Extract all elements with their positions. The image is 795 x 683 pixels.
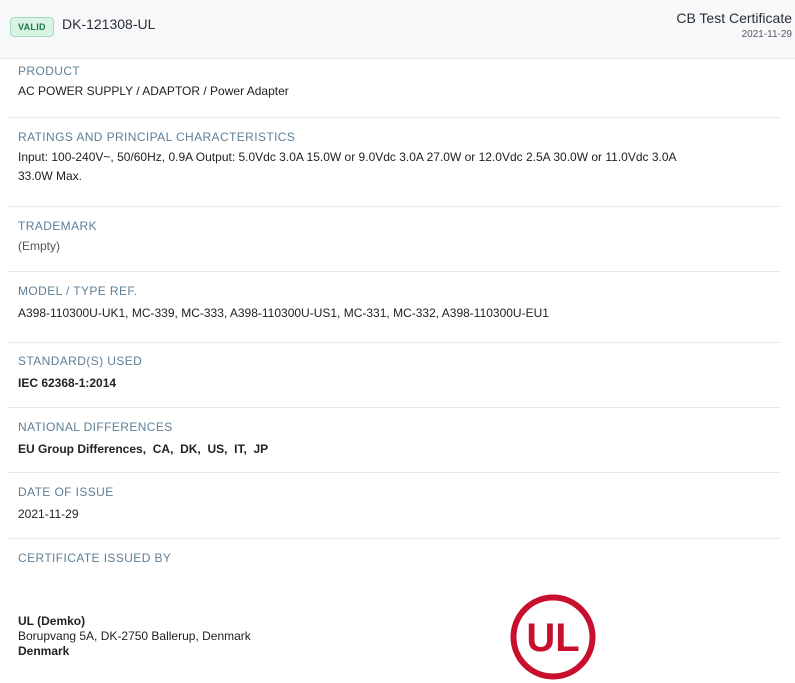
nd-item: JP: [243, 442, 268, 456]
product-value: AC POWER SUPPLY / ADAPTOR / Power Adapte…: [18, 84, 289, 98]
ratings-line-2: 33.0W Max.: [18, 169, 83, 183]
nd-item: DK: [170, 442, 197, 456]
status-badge: VALID: [10, 17, 54, 37]
ratings-value: Input: 100-240V~, 50/60Hz, 0.9A Output: …: [18, 148, 780, 186]
nd-item: EU Group Differences: [18, 442, 143, 456]
issuer-block: UL (Demko) Borupvang 5A, DK-2750 Balleru…: [18, 614, 251, 659]
section-label: TRADEMARK: [18, 219, 97, 233]
date-of-issue-value: 2021-11-29: [18, 507, 79, 521]
section-ratings: RATINGS AND PRINCIPAL CHARACTERISTICS In…: [8, 129, 780, 207]
ul-logo-text: UL: [526, 616, 579, 660]
certificate-header: VALID DK-121308-UL CB Test Certificate 2…: [0, 0, 795, 59]
section-national-differences: NATIONAL DIFFERENCES EU Group Difference…: [8, 419, 780, 473]
section-label: RATINGS AND PRINCIPAL CHARACTERISTICS: [18, 130, 296, 144]
section-standards: STANDARD(S) USED IEC 62368-1:2014: [8, 353, 780, 408]
header-meta: CB Test Certificate 2021-11-29: [676, 9, 792, 40]
issuer-name: UL (Demko): [18, 614, 86, 628]
section-product: PRODUCT AC POWER SUPPLY / ADAPTOR / Powe…: [8, 63, 780, 118]
certificate-type: CB Test Certificate: [676, 10, 792, 26]
nd-item: US: [197, 442, 224, 456]
section-label: MODEL / TYPE REF.: [18, 284, 138, 298]
nd-item: IT: [224, 442, 243, 456]
model-value: A398-110300U-UK1, MC-339, MC-333, A398-1…: [18, 306, 549, 320]
section-date-of-issue: DATE OF ISSUE 2021-11-29: [8, 484, 780, 539]
section-label: CERTIFICATE ISSUED BY: [18, 551, 172, 565]
national-differences-list: EU Group DifferencesCADKUSITJP: [18, 440, 780, 459]
ul-logo: UL: [510, 594, 596, 680]
section-label: NATIONAL DIFFERENCES: [18, 420, 173, 434]
ratings-line-1: Input: 100-240V~, 50/60Hz, 0.9A Output: …: [18, 150, 677, 164]
section-label: PRODUCT: [18, 64, 81, 78]
section-label: DATE OF ISSUE: [18, 485, 114, 499]
section-label: STANDARD(S) USED: [18, 354, 143, 368]
issuer-address: Borupvang 5A, DK-2750 Ballerup, Denmark: [18, 629, 251, 643]
nd-item: CA: [143, 442, 170, 456]
issuer-country: Denmark: [18, 644, 70, 658]
header-date: 2021-11-29: [741, 29, 792, 40]
standards-value: IEC 62368-1:2014: [18, 376, 117, 390]
section-model: MODEL / TYPE REF. A398-110300U-UK1, MC-3…: [8, 283, 780, 343]
certificate-id: DK-121308-UL: [62, 16, 156, 32]
section-trademark: TRADEMARK (Empty): [8, 218, 780, 272]
section-issued-by: CERTIFICATE ISSUED BY: [8, 550, 780, 570]
trademark-value: (Empty): [18, 239, 60, 253]
